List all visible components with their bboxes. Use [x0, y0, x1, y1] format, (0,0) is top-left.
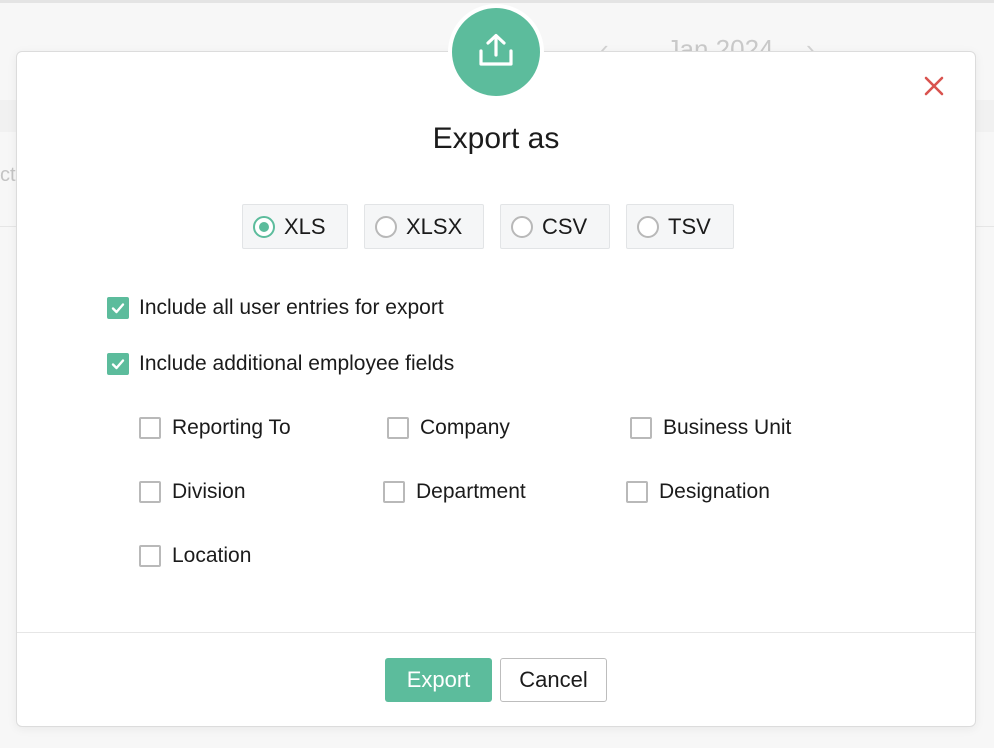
- export-button[interactable]: Export: [385, 658, 492, 702]
- field-label: Reporting To: [172, 416, 291, 439]
- field-business-unit[interactable]: Business Unit: [630, 416, 791, 440]
- upload-icon: [477, 32, 515, 73]
- field-label: Designation: [659, 480, 770, 503]
- field-company[interactable]: Company: [387, 416, 510, 440]
- checkbox-icon[interactable]: [139, 417, 161, 439]
- checkbox-icon[interactable]: [139, 545, 161, 567]
- background-text-fragment: ct: [0, 164, 16, 186]
- format-label: TSV: [668, 213, 711, 239]
- top-border: [0, 0, 994, 3]
- checkbox-icon[interactable]: [139, 481, 161, 503]
- field-reporting-to[interactable]: Reporting To: [139, 416, 291, 440]
- format-option-xlsx[interactable]: XLSX: [364, 204, 484, 249]
- format-option-csv[interactable]: CSV: [500, 204, 610, 249]
- checkbox-checked-icon[interactable]: [107, 353, 129, 375]
- radio-unselected-icon[interactable]: [511, 215, 533, 238]
- radio-unselected-icon[interactable]: [375, 215, 397, 238]
- field-department[interactable]: Department: [383, 480, 526, 504]
- checkbox-icon[interactable]: [383, 481, 405, 503]
- checkbox-icon[interactable]: [626, 481, 648, 503]
- footer-divider: [17, 632, 975, 633]
- field-location[interactable]: Location: [139, 544, 251, 568]
- option-label: Include all user entries for export: [139, 296, 444, 319]
- field-designation[interactable]: Designation: [626, 480, 770, 504]
- format-option-xls[interactable]: XLS: [242, 204, 348, 249]
- option-label: Include additional employee fields: [139, 352, 455, 375]
- option-include-additional-fields[interactable]: Include additional employee fields: [107, 352, 454, 376]
- field-label: Department: [416, 480, 526, 503]
- checkbox-icon[interactable]: [630, 417, 652, 439]
- format-label: CSV: [542, 213, 588, 239]
- checkbox-checked-icon[interactable]: [107, 297, 129, 319]
- field-division[interactable]: Division: [139, 480, 246, 504]
- format-label: XLS: [284, 213, 326, 239]
- dialog-title: Export as: [432, 122, 560, 155]
- field-label: Division: [172, 480, 246, 503]
- field-label: Company: [420, 416, 510, 439]
- checkbox-icon[interactable]: [387, 417, 409, 439]
- cancel-button[interactable]: Cancel: [500, 658, 607, 702]
- option-include-all-user-entries[interactable]: Include all user entries for export: [107, 296, 444, 320]
- radio-selected-icon[interactable]: [253, 215, 275, 238]
- close-icon: [924, 76, 944, 101]
- format-option-tsv[interactable]: TSV: [626, 204, 734, 249]
- format-label: XLSX: [406, 213, 463, 239]
- field-label: Location: [172, 544, 252, 567]
- radio-unselected-icon[interactable]: [637, 215, 659, 238]
- export-header-badge: [448, 4, 544, 100]
- close-button[interactable]: [922, 76, 946, 100]
- field-label: Business Unit: [663, 416, 792, 439]
